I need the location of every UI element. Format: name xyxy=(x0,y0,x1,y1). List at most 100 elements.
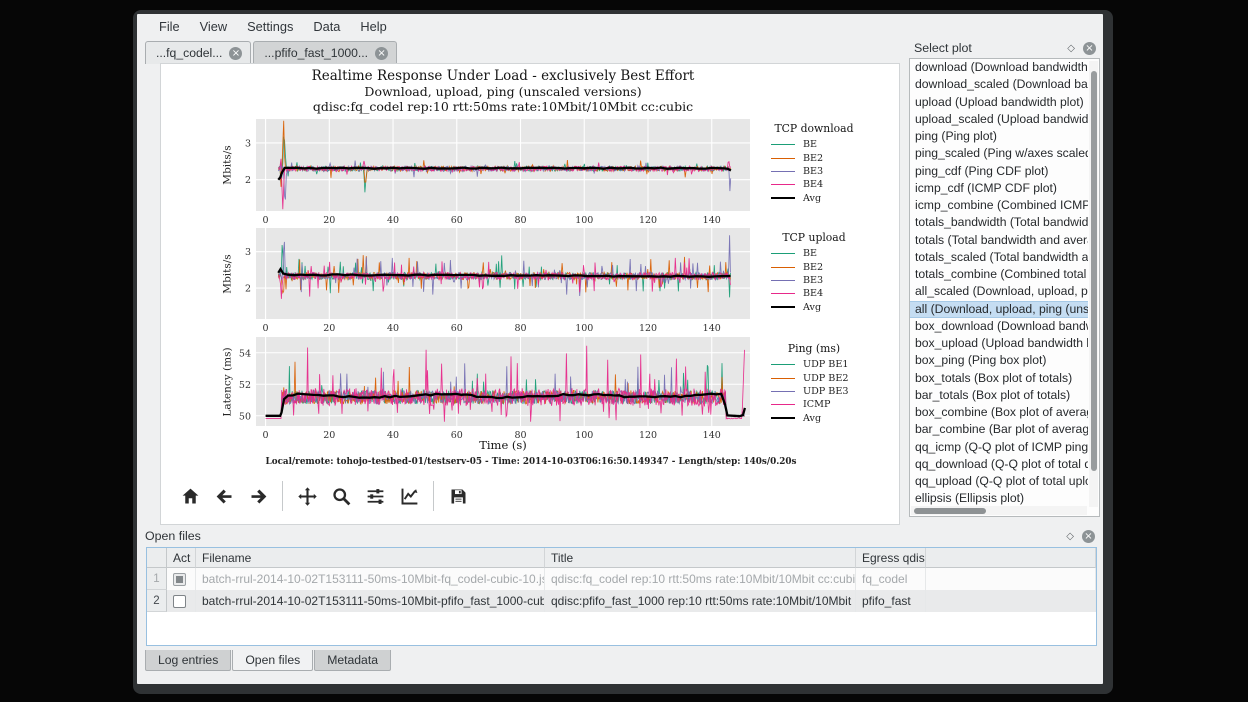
svg-text:60: 60 xyxy=(451,323,463,334)
cell-act[interactable] xyxy=(167,590,196,612)
zoom-button[interactable] xyxy=(324,479,358,513)
x-axis-label: Time (s) xyxy=(256,438,750,452)
bottom-tab-log-entries[interactable]: Log entries xyxy=(145,650,231,671)
tab-close-icon[interactable]: × xyxy=(375,47,388,60)
cell-filename: batch-rrul-2014-10-02T153111-50ms-10Mbit… xyxy=(196,568,545,590)
table-row[interactable]: 2batch-rrul-2014-10-02T153111-50ms-10Mbi… xyxy=(147,590,1096,612)
legend-entry-BE3: BE3 xyxy=(759,274,909,287)
legend-entry-BE4: BE4 xyxy=(759,178,909,191)
back-button[interactable] xyxy=(207,479,241,513)
legend-line-swatch xyxy=(771,391,795,392)
legend-label: ICMP xyxy=(803,399,830,410)
menu-settings[interactable]: Settings xyxy=(237,16,303,37)
table-corner-cell xyxy=(147,548,167,568)
legend-line-swatch xyxy=(771,306,795,308)
active-checkbox[interactable] xyxy=(173,595,186,608)
svg-text:3: 3 xyxy=(245,247,251,258)
cell-act[interactable] xyxy=(167,568,196,590)
cell-filler xyxy=(926,590,1096,612)
figure-title: Realtime Response Under Load - exclusive… xyxy=(256,69,750,85)
menu-data[interactable]: Data xyxy=(303,16,350,37)
plot-list-item[interactable]: ping (Ping plot) xyxy=(910,128,1088,145)
plot-list-item[interactable]: bar_combine (Bar plot of averages of se xyxy=(910,421,1088,438)
plot-list-item[interactable]: totals_combine (Combined total bandw xyxy=(910,266,1088,283)
plot-list-item[interactable]: box_combine (Box plot of averages of se xyxy=(910,404,1088,421)
plot-list-item[interactable]: bar_totals (Box plot of totals) xyxy=(910,387,1088,404)
bottom-tab-bar: Log entriesOpen filesMetadata xyxy=(145,650,392,672)
save-icon xyxy=(448,486,469,507)
bottom-tab-open-files[interactable]: Open files xyxy=(232,650,313,671)
legend-line-swatch xyxy=(771,280,795,281)
plot-list-item[interactable]: ellipsis (Ellipsis plot) xyxy=(910,490,1088,507)
legend-line-swatch xyxy=(771,293,795,294)
plot-list-item[interactable]: box_download (Download bandwidth b xyxy=(910,318,1088,335)
toolbar-separator xyxy=(433,481,434,511)
svg-text:100: 100 xyxy=(575,323,593,334)
plot-list-item[interactable]: ping_scaled (Ping w/axes scaled to remo xyxy=(910,145,1088,162)
plot-list-item[interactable]: download_scaled (Download bandwidth xyxy=(910,76,1088,93)
dock-close-icon[interactable]: × xyxy=(1083,42,1096,55)
menu-view[interactable]: View xyxy=(190,16,238,37)
legend-entry-Avg: Avg xyxy=(759,412,909,425)
plot-list-item[interactable]: icmp_cdf (ICMP CDF plot) xyxy=(910,180,1088,197)
plot-list-vertical-scrollbar[interactable] xyxy=(1089,61,1098,507)
plot-list-item[interactable]: qq_icmp (Q-Q plot of ICMP pings) xyxy=(910,439,1088,456)
menu-help[interactable]: Help xyxy=(350,16,396,37)
document-tab-label: ...fq_codel... xyxy=(156,46,222,60)
dock-float-icon[interactable]: ◇ xyxy=(1066,531,1074,542)
legend-label: BE2 xyxy=(803,153,823,164)
plot-list-item[interactable]: all_scaled (Download, upload, ping (scal… xyxy=(910,283,1088,300)
plot-list-item[interactable]: all (Download, upload, ping (unscaled ve xyxy=(910,301,1088,318)
legend-line-swatch xyxy=(771,404,795,405)
plot-list-item[interactable]: box_upload (Upload bandwidth box plo xyxy=(910,335,1088,352)
plot-list-item[interactable]: upload (Upload bandwidth plot) xyxy=(910,94,1088,111)
column-header-filler xyxy=(926,548,1096,568)
dock-float-icon[interactable]: ◇ xyxy=(1067,43,1075,54)
subplots-button[interactable] xyxy=(358,479,392,513)
figure-subtitle: Download, upload, ping (unscaled version… xyxy=(256,85,750,100)
figure-title-block: Realtime Response Under Load - exclusive… xyxy=(256,69,750,114)
select-plot-dock: Select plot ◇ × download (Download bandw… xyxy=(909,38,1100,528)
plot-list-item[interactable]: upload_scaled (Upload bandwidth w/ax xyxy=(910,111,1088,128)
bottom-tab-metadata[interactable]: Metadata xyxy=(314,650,391,671)
customize-button[interactable] xyxy=(392,479,426,513)
legend-label: Avg xyxy=(803,193,821,204)
dock-close-icon[interactable]: × xyxy=(1082,530,1095,543)
legend-label: UDP BE2 xyxy=(803,373,848,384)
menu-file[interactable]: File xyxy=(149,16,190,37)
forward-button[interactable] xyxy=(241,479,275,513)
plot-list-item[interactable]: qq_download (Q-Q plot of total downloa xyxy=(910,456,1088,473)
customize-icon xyxy=(399,486,420,507)
document-tab-1[interactable]: ...fq_codel... × xyxy=(145,41,251,64)
plot-list-item[interactable]: box_totals (Box plot of totals) xyxy=(910,370,1088,387)
column-header-act[interactable]: Act∧ xyxy=(167,548,196,568)
plot-list-item[interactable]: download (Download bandwidth plot) xyxy=(910,59,1088,76)
plot-list-item[interactable]: totals_bandwidth (Total bandwidth) xyxy=(910,214,1088,231)
legend-label: Avg xyxy=(803,413,821,424)
table-row[interactable]: 1batch-rrul-2014-10-02T153111-50ms-10Mbi… xyxy=(147,568,1096,590)
plot-list-item[interactable]: ping_cdf (Ping CDF plot) xyxy=(910,163,1088,180)
active-checkbox[interactable] xyxy=(173,573,186,586)
plot-list-item[interactable]: totals (Total bandwidth and average pin xyxy=(910,232,1088,249)
legend-title: Ping (ms) xyxy=(759,342,869,355)
column-header-filename[interactable]: Filename xyxy=(196,548,545,568)
svg-text:0: 0 xyxy=(263,215,269,226)
plot-list-item[interactable]: box_ping (Ping box plot) xyxy=(910,352,1088,369)
column-header-title[interactable]: Title xyxy=(545,548,856,568)
tab-close-icon[interactable]: × xyxy=(229,47,242,60)
plot-list-item[interactable]: icmp_combine (Combined ICMP ping pl xyxy=(910,197,1088,214)
pan-button[interactable] xyxy=(290,479,324,513)
subplot-tcp-upload: 02040608010012014023 xyxy=(206,228,750,340)
column-header-egress-qdisc[interactable]: Egress qdisc xyxy=(856,548,926,568)
plot-list-item[interactable]: qq_upload (Q-Q plot of total upload bar xyxy=(910,473,1088,490)
table-header-row: Act∧ Filename Title Egress qdisc xyxy=(147,548,1096,568)
plot-list-item[interactable]: totals_scaled (Total bandwidth and aver xyxy=(910,249,1088,266)
home-button[interactable] xyxy=(173,479,207,513)
legend-label: UDP BE3 xyxy=(803,386,848,397)
document-tab-2[interactable]: ...pfifo_fast_1000...× xyxy=(253,41,397,64)
legend-line-swatch xyxy=(771,171,795,172)
plot-list-horizontal-scrollbar[interactable] xyxy=(911,506,1087,515)
legend-ping: Ping (ms) UDP BE1 UDP BE2 UDP BE3 ICMP Avg xyxy=(759,342,909,425)
save-button[interactable] xyxy=(441,479,475,513)
legend-entry-UDP BE1: UDP BE1 xyxy=(759,358,909,371)
